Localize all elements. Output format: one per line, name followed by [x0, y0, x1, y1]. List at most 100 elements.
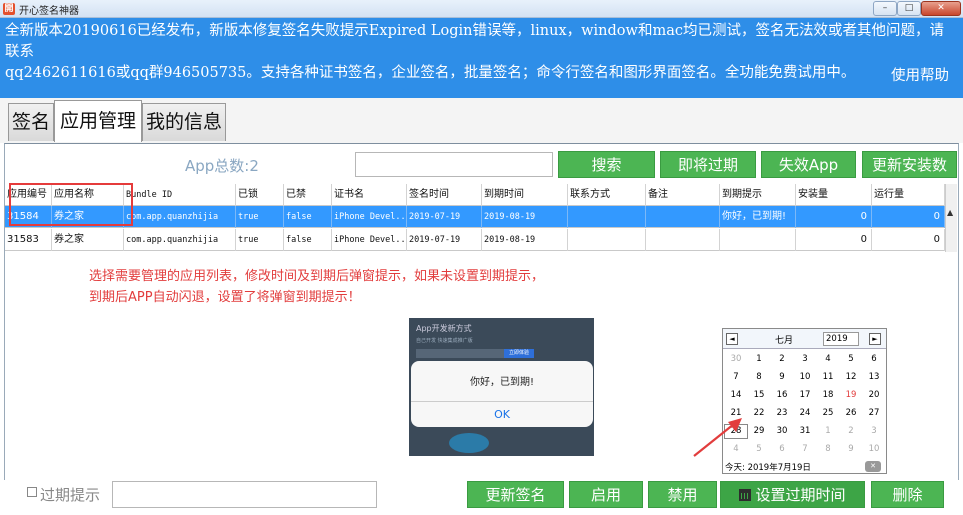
calendar-day[interactable]: 23	[771, 407, 793, 420]
column-header[interactable]: 运行量	[872, 184, 945, 206]
app-window: 開 开心签名神器 – □ ✕ 全新版本20190616已经发布，新版本修复签名失…	[0, 0, 963, 515]
dialog-ok: OK	[494, 408, 510, 421]
calendar-day[interactable]: 24	[794, 407, 816, 420]
scroll-up-icon[interactable]: ▲	[947, 208, 953, 217]
calendar-month[interactable]: 七月	[775, 333, 793, 346]
calendar-day[interactable]: 18	[817, 389, 839, 402]
close-button[interactable]: ✕	[921, 1, 961, 16]
calendar-day[interactable]: 15	[748, 389, 770, 402]
calendar-day[interactable]: 30	[725, 353, 747, 366]
calendar-day[interactable]: 7	[794, 443, 816, 456]
calendar-day[interactable]: 29	[748, 425, 770, 438]
tab-my-info[interactable]: 我的信息	[142, 103, 226, 141]
tab-sign[interactable]: 签名	[8, 103, 54, 141]
calendar-day[interactable]: 5	[840, 353, 862, 366]
search-input[interactable]	[355, 152, 553, 177]
calendar-day[interactable]: 5	[748, 443, 770, 456]
minimize-button[interactable]: –	[873, 1, 897, 16]
calendar-year-spinner[interactable]: 2019	[823, 332, 859, 346]
update-sign-button[interactable]: 更新签名	[467, 481, 564, 508]
column-header[interactable]: 签名时间	[407, 184, 482, 206]
calendar-day[interactable]: 1	[748, 353, 770, 366]
calendar-day[interactable]: 19	[840, 389, 862, 402]
cell-expire-hint: 你好，已到期!	[720, 206, 796, 228]
calendar-day[interactable]: 10	[863, 443, 885, 456]
cell-sign-time: 2019-07-19	[407, 229, 482, 251]
delete-button[interactable]: 删除	[871, 481, 944, 508]
calendar-day[interactable]: 9	[771, 371, 793, 384]
column-header[interactable]: 安装量	[796, 184, 872, 206]
cell-contact	[568, 229, 646, 251]
tab-bar: 签名 应用管理 我的信息	[0, 98, 963, 143]
column-header[interactable]: 到期提示	[720, 184, 796, 206]
calendar-day[interactable]: 4	[817, 353, 839, 366]
calendar-day[interactable]: 3	[794, 353, 816, 366]
expiring-soon-button[interactable]: 即将过期	[660, 151, 756, 178]
maximize-button[interactable]: □	[897, 1, 921, 16]
calendar-day[interactable]: 12	[840, 371, 862, 384]
calendar-day[interactable]: 25	[817, 407, 839, 420]
calendar-day[interactable]: 16	[771, 389, 793, 402]
preview-subtitle: 自己开发 快速集成推广版	[416, 338, 473, 344]
column-header[interactable]: 备注	[646, 184, 720, 206]
column-header[interactable]: 到期时间	[482, 184, 568, 206]
calendar-day[interactable]: 6	[863, 353, 885, 366]
calendar-day[interactable]: 2	[771, 353, 793, 366]
calendar-day[interactable]: 9	[840, 443, 862, 456]
update-install-count-button[interactable]: 更新安装数	[862, 151, 957, 178]
table-row-selected[interactable]: 31584 券之家 com.app.quanzhijia true false …	[5, 206, 945, 228]
calendar-day[interactable]: 31	[794, 425, 816, 438]
column-header[interactable]: 已禁	[284, 184, 332, 206]
calendar-day[interactable]: 22	[748, 407, 770, 420]
cell-bundle-id: com.app.quanzhijia	[124, 206, 236, 228]
calendar-day[interactable]: 14	[725, 389, 747, 402]
calendar-day[interactable]: 27	[863, 407, 885, 420]
preview-input	[416, 349, 506, 358]
set-expire-time-button[interactable]: 设置过期时间	[720, 481, 865, 508]
column-header[interactable]: 联系方式	[568, 184, 646, 206]
calendar-day[interactable]: 3	[863, 425, 885, 438]
expire-hint-input[interactable]	[112, 481, 377, 508]
calendar-day[interactable]: 8	[748, 371, 770, 384]
table-scrollbar[interactable]: ▲	[945, 184, 957, 252]
calendar-day[interactable]: 1	[817, 425, 839, 438]
cell-bundle-id: com.app.quanzhijia	[124, 229, 236, 251]
cell-cert-name: iPhone Devel...	[332, 229, 407, 251]
calendar-day[interactable]: 11	[817, 371, 839, 384]
search-button[interactable]: 搜索	[558, 151, 655, 178]
cell-expire-time: 2019-08-19	[482, 206, 568, 228]
calendar-day[interactable]: 17	[794, 389, 816, 402]
table-row[interactable]: 31583 券之家 com.app.quanzhijia true false …	[5, 229, 945, 251]
calendar-day[interactable]: 26	[840, 407, 862, 420]
calendar-day[interactable]: 20	[863, 389, 885, 402]
calendar-day[interactable]: 2	[840, 425, 862, 438]
calendar-day[interactable]: 6	[771, 443, 793, 456]
column-header[interactable]: Bundle ID	[124, 184, 236, 206]
tab-app-management[interactable]: 应用管理	[54, 100, 142, 142]
calendar-day[interactable]: 10	[794, 371, 816, 384]
column-header[interactable]: 已锁	[236, 184, 284, 206]
clear-date-icon[interactable]: ✕	[865, 461, 881, 472]
calendar-day[interactable]: 8	[817, 443, 839, 456]
calendar-day[interactable]: 7	[725, 371, 747, 384]
calendar-day[interactable]: 30	[771, 425, 793, 438]
disable-button[interactable]: 禁用	[648, 481, 717, 508]
cell-expire-time: 2019-08-19	[482, 229, 568, 251]
invalid-app-button[interactable]: 失效App	[761, 151, 856, 178]
expired-dialog-preview: 你好，已到期! OK	[411, 361, 593, 427]
help-link[interactable]: 使用帮助	[891, 66, 949, 87]
expire-hint-checkbox[interactable]	[27, 487, 37, 497]
cell-app-name: 券之家	[52, 229, 124, 251]
calendar-header: ◄ 七月 2019 ►	[723, 329, 886, 349]
cell-banned: false	[284, 206, 332, 228]
cell-note	[646, 206, 720, 228]
cell-contact	[568, 206, 646, 228]
calendar-today[interactable]: 今天: 2019年7月19日	[725, 461, 811, 473]
enable-button[interactable]: 启用	[569, 481, 643, 508]
calendar-icon	[739, 489, 752, 501]
calendar-day[interactable]: 13	[863, 371, 885, 384]
next-month-icon[interactable]: ►	[869, 333, 881, 345]
prev-month-icon[interactable]: ◄	[726, 333, 738, 345]
announcement-line-2: qq2462611616或qq群946505735。支持各种证书签名，企业签名，…	[5, 65, 856, 81]
column-header[interactable]: 证书名	[332, 184, 407, 206]
